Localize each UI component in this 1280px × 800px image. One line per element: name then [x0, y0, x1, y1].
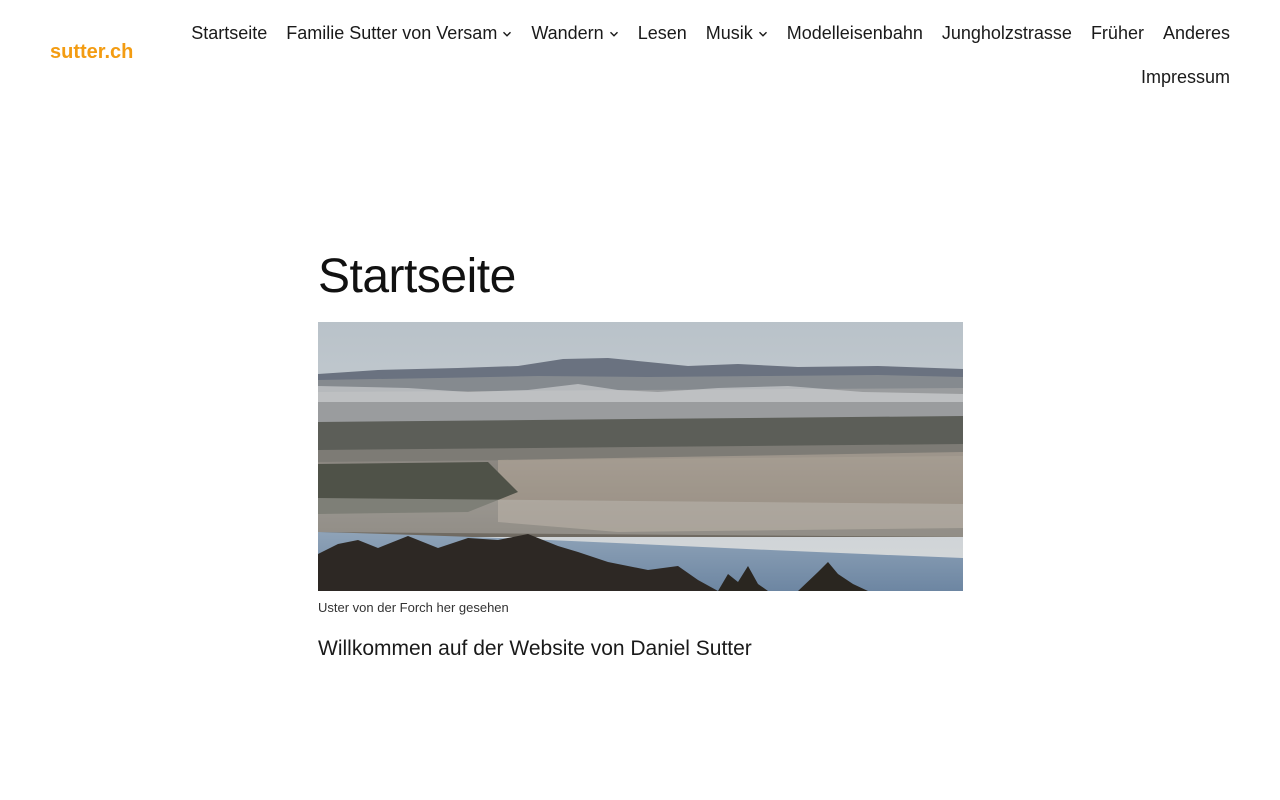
nav-item-startseite[interactable]: Startseite — [191, 23, 267, 44]
chevron-down-icon — [609, 31, 618, 37]
nav-item-label: Anderes — [1162, 22, 1230, 43]
hero-figure: Uster von der Forch her gesehen — [318, 322, 963, 615]
nav-item-wandern[interactable]: Wandern — [531, 23, 618, 44]
nav-item-lesen[interactable]: Lesen — [638, 23, 687, 44]
nav-item-familie-sutter-von-versam[interactable]: Familie Sutter von Versam — [286, 23, 512, 44]
nav-item-modelleisenbahn[interactable]: Modelleisenbahn — [787, 23, 923, 44]
page-title: Startseite — [318, 250, 516, 303]
main-content: Startseite Uster von der Forch her geseh… — [318, 248, 963, 661]
main-navigation: Startseite Familie Sutter von Versam Wan… — [170, 18, 1230, 92]
welcome-text: Willkommen auf der Website von Daniel Su… — [318, 637, 752, 660]
nav-item-jungholzstrasse[interactable]: Jungholzstrasse — [942, 23, 1072, 44]
nav-item-label: Wandern — [531, 22, 604, 43]
nav-item-frueher[interactable]: Früher — [1091, 23, 1144, 44]
nav-item-label: Modelleisenbahn — [786, 22, 923, 43]
nav-item-label: Lesen — [637, 22, 687, 43]
site-header: sutter.ch Startseite Familie Sutter von … — [0, 0, 1280, 110]
nav-item-musik[interactable]: Musik — [706, 23, 768, 44]
chevron-down-icon — [503, 31, 512, 37]
nav-item-label: Impressum — [1140, 66, 1230, 87]
nav-item-impressum[interactable]: Impressum — [1141, 67, 1230, 88]
nav-row-1: Startseite Familie Sutter von Versam Wan… — [170, 18, 1230, 48]
nav-item-label: Startseite — [191, 22, 268, 43]
nav-row-2: Impressum — [170, 62, 1230, 92]
chevron-down-icon — [758, 31, 767, 37]
nav-item-anderes[interactable]: Anderes — [1163, 23, 1230, 44]
nav-item-label: Musik — [705, 22, 753, 43]
landscape-photo — [318, 322, 963, 591]
nav-item-label: Früher — [1090, 22, 1144, 43]
image-caption: Uster von der Forch her gesehen — [318, 600, 509, 615]
site-logo[interactable]: sutter.ch — [50, 41, 133, 64]
nav-item-label: Familie Sutter von Versam — [286, 22, 498, 43]
nav-item-label: Jungholzstrasse — [941, 22, 1072, 43]
